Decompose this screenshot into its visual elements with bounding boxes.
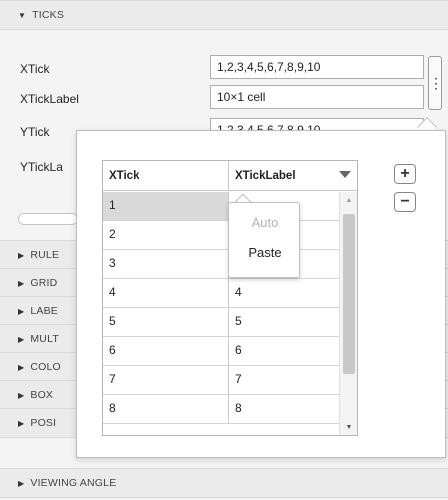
section-viewing-angle[interactable]: ▶ VIEWING ANGLE bbox=[0, 468, 448, 498]
xtick-cell[interactable]: 5 bbox=[103, 308, 229, 336]
xtick-cell[interactable]: 6 bbox=[103, 337, 229, 365]
context-menu: Auto Paste bbox=[228, 202, 300, 278]
dropdown-arrow-icon[interactable] bbox=[339, 171, 351, 178]
section-label: VIEWING ANGLE bbox=[30, 477, 117, 489]
collapsed-triangle-icon: ▶ bbox=[18, 250, 25, 260]
xtick-cell[interactable]: 8 bbox=[103, 395, 229, 423]
section-label: GRID bbox=[30, 277, 58, 289]
collapsed-triangle-icon: ▶ bbox=[18, 478, 25, 488]
xtick-cell[interactable]: 3 bbox=[103, 250, 229, 278]
vertical-scrollbar[interactable]: ▲ ▼ bbox=[339, 192, 357, 435]
label-cell[interactable]: 6 bbox=[229, 337, 337, 365]
collapsed-triangle-icon: ▶ bbox=[18, 306, 25, 316]
xtick-cell[interactable]: 4 bbox=[103, 279, 229, 307]
yticklabel-label: YTickLa bbox=[20, 160, 63, 174]
kebab-menu-icon[interactable]: ⋮ bbox=[428, 56, 443, 110]
collapsed-triangle-icon: ▶ bbox=[18, 362, 25, 372]
scroll-down-arrow-icon[interactable]: ▼ bbox=[340, 421, 357, 435]
section-ticks-label: TICKS bbox=[32, 9, 65, 21]
xtick-cell[interactable]: 7 bbox=[103, 366, 229, 394]
label-cell[interactable]: 7 bbox=[229, 366, 337, 394]
menu-item-auto[interactable]: Auto bbox=[229, 215, 301, 230]
table-row[interactable]: 6 6 bbox=[103, 337, 357, 366]
label-cell[interactable]: 5 bbox=[229, 308, 337, 336]
collapsed-triangle-icon: ▶ bbox=[18, 418, 25, 428]
label-cell[interactable]: 8 bbox=[229, 395, 337, 423]
xtick-field[interactable]: 1,2,3,4,5,6,7,8,9,10 bbox=[210, 55, 424, 79]
menu-item-paste[interactable]: Paste bbox=[229, 245, 301, 260]
remove-row-button[interactable]: − bbox=[394, 192, 416, 212]
column-header-xtick[interactable]: XTick bbox=[103, 161, 229, 191]
section-ticks[interactable]: ▼ TICKS bbox=[0, 0, 448, 30]
table-row[interactable]: 5 5 bbox=[103, 308, 357, 337]
section-label: COLO bbox=[30, 361, 61, 373]
section-label: POSI bbox=[30, 417, 57, 429]
scrollbar-thumb[interactable] bbox=[343, 214, 355, 374]
xtick-label: XTick bbox=[20, 62, 50, 76]
section-label: MULT bbox=[30, 333, 59, 345]
label-cell[interactable]: 4 bbox=[229, 279, 337, 307]
collapsed-triangle-icon: ▶ bbox=[18, 390, 25, 400]
column-header-xticklabel[interactable]: XTickLabel bbox=[229, 161, 357, 191]
scroll-up-arrow-icon[interactable]: ▲ bbox=[340, 194, 357, 208]
xticklabel-label: XTickLabel bbox=[20, 92, 79, 106]
section-label: RULE bbox=[30, 249, 60, 261]
expanded-triangle-icon: ▼ bbox=[18, 10, 27, 20]
xtick-cell[interactable]: 2 bbox=[103, 221, 229, 249]
add-row-button[interactable]: + bbox=[394, 164, 416, 184]
table-row[interactable]: 7 7 bbox=[103, 366, 357, 395]
table-row[interactable]: 4 4 bbox=[103, 279, 357, 308]
xtick-cell[interactable]: 1 bbox=[103, 192, 229, 220]
table-header: XTick XTickLabel bbox=[103, 161, 357, 191]
collapsed-triangle-icon: ▶ bbox=[18, 334, 25, 344]
section-label: BOX bbox=[30, 389, 54, 401]
xticklabel-field[interactable]: 10×1 cell bbox=[210, 85, 424, 109]
column-header-label: XTickLabel bbox=[235, 170, 296, 182]
collapsed-triangle-icon: ▶ bbox=[18, 278, 25, 288]
section-label: LABE bbox=[30, 305, 59, 317]
slider-track[interactable] bbox=[18, 213, 78, 225]
table-row[interactable]: 8 8 bbox=[103, 395, 357, 424]
ytick-label: YTick bbox=[20, 125, 50, 139]
